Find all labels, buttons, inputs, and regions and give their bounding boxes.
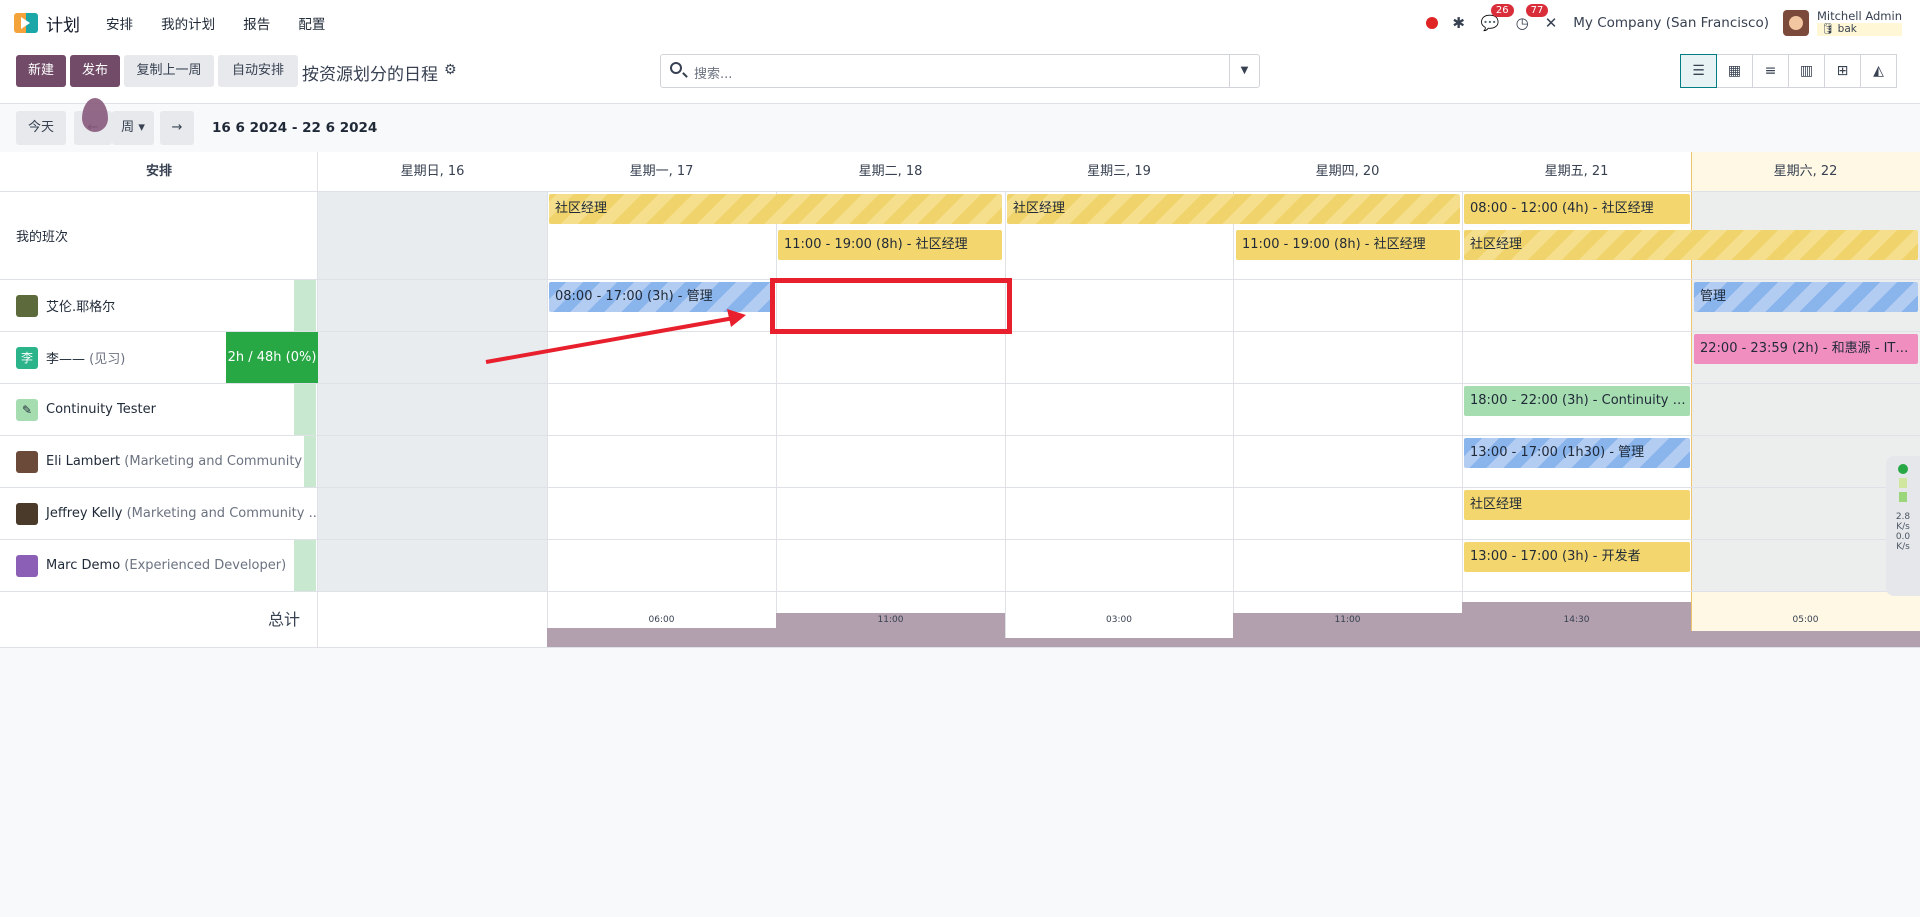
annotation-arrow: [485, 309, 746, 364]
download-speed: 0.0: [1895, 532, 1911, 542]
upload-unit: K/s: [1896, 522, 1910, 532]
status-dot: [1898, 464, 1908, 474]
download-unit: K/s: [1896, 542, 1910, 552]
gantt-view-button[interactable]: ☰: [1680, 54, 1717, 88]
upload-speed: 2.8: [1895, 512, 1911, 522]
network-speed-widget: 2.8 K/s 0.0 K/s: [1886, 456, 1920, 596]
